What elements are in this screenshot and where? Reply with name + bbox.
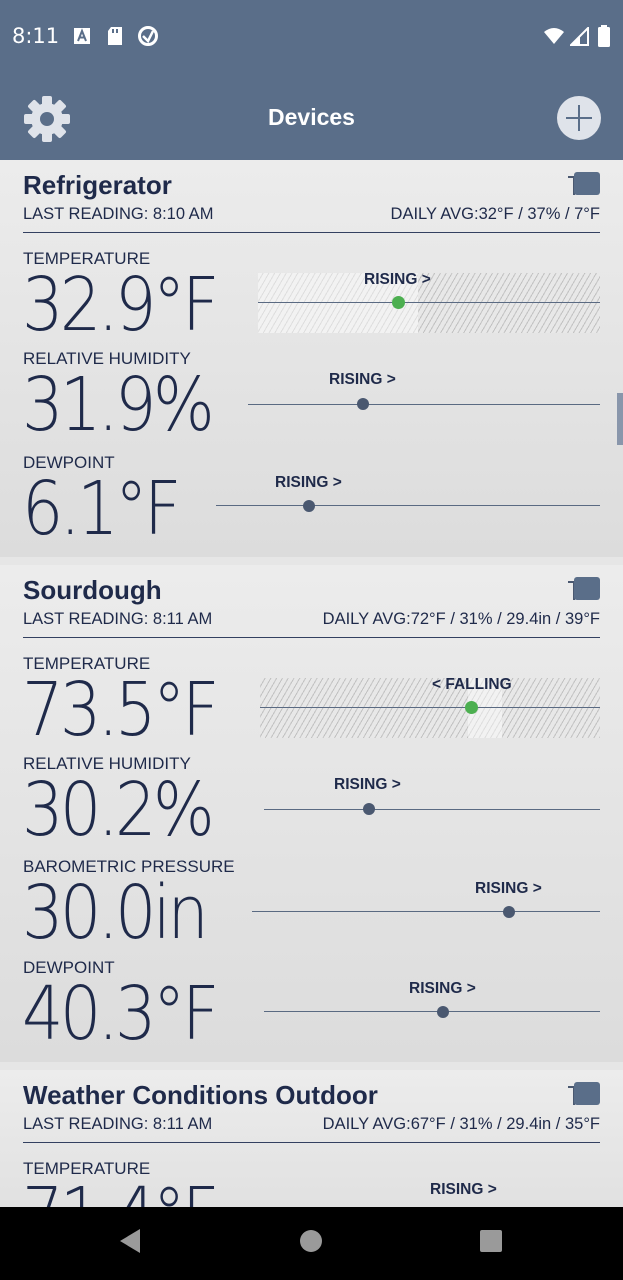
device-toggle-icon[interactable] [566, 1081, 600, 1107]
trend-label: RISING > [475, 880, 542, 897]
metric-value-temperature: 73.5°F [22, 667, 219, 753]
wifi-icon [544, 28, 564, 44]
plus-icon [566, 105, 592, 131]
device-toggle-icon[interactable] [566, 576, 600, 602]
trend-marker [363, 803, 375, 815]
device-name: Sourdough [23, 575, 162, 605]
device-card[interactable]: Sourdough LAST READING: 8:11 AM DAILY AV… [0, 565, 623, 1062]
trend-marker [465, 701, 478, 714]
cell-signal-icon [570, 27, 589, 46]
trend-label: RISING > [329, 371, 396, 388]
trend-label: RISING > [409, 980, 476, 997]
device-toggle-icon[interactable] [566, 171, 600, 197]
device-card[interactable]: Weather Conditions Outdoor LAST READING:… [0, 1070, 623, 1207]
status-bar: 8:11 [0, 0, 623, 75]
trend-graph-temperature: RISING > [300, 1180, 600, 1207]
trend-graph-dewpoint: RISING > [216, 472, 600, 522]
trend-marker [357, 398, 369, 410]
device-card[interactable]: Refrigerator LAST READING: 8:10 AM DAILY… [0, 160, 623, 557]
metric-value-temperature: 32.9°F [22, 262, 219, 348]
metric-value-temperature: 71.4°F [22, 1178, 219, 1207]
battery-icon [598, 25, 610, 47]
home-circle-icon[interactable] [299, 1228, 323, 1254]
trend-graph-dewpoint: RISING > [264, 978, 600, 1028]
navigation-bar [0, 1207, 623, 1280]
trend-label: RISING > [364, 271, 431, 288]
trend-marker [303, 500, 315, 512]
divider [23, 637, 600, 638]
status-time: 8:11 [12, 24, 60, 48]
daily-average: DAILY AVG:32°F / 37% / 7°F [390, 205, 600, 223]
last-reading: LAST READING: 8:10 AM [23, 205, 214, 223]
divider [23, 232, 600, 233]
app-bar: Devices [0, 75, 623, 160]
metric-value-dewpoint: 40.3°F [22, 971, 219, 1057]
daily-average: DAILY AVG:67°F / 31% / 29.4in / 35°F [322, 1115, 600, 1133]
sync-icon [138, 26, 158, 46]
trend-graph-temperature-live: < FALLING [260, 676, 600, 738]
trend-marker [503, 906, 515, 918]
trend-label: < FALLING [432, 676, 512, 693]
trend-graph-temperature: RISING > [258, 271, 600, 333]
last-reading: LAST READING: 8:11 AM [23, 610, 213, 628]
back-triangle-icon[interactable] [118, 1228, 142, 1254]
trend-label: RISING > [430, 1181, 497, 1198]
trend-graph-pressure: RISING > [252, 878, 600, 928]
device-name: Weather Conditions Outdoor [23, 1080, 378, 1110]
metric-value-pressure: 30.0in [22, 870, 209, 956]
trend-graph-humidity: RISING > [264, 775, 600, 825]
last-reading: LAST READING: 8:11 AM [23, 1115, 213, 1133]
metric-value-humidity: 31.9% [22, 362, 215, 448]
add-device-button[interactable] [557, 96, 601, 140]
trend-label: RISING > [275, 474, 342, 491]
recents-square-icon[interactable] [479, 1228, 503, 1254]
device-list[interactable]: Refrigerator LAST READING: 8:10 AM DAILY… [0, 160, 623, 1207]
page-title: Devices [268, 104, 355, 130]
device-name: Refrigerator [23, 170, 172, 200]
trend-marker [392, 296, 405, 309]
metric-value-humidity: 30.2% [22, 767, 215, 853]
scrollbar-thumb[interactable] [617, 393, 623, 445]
text-notification-icon [74, 28, 90, 44]
trend-marker [437, 1006, 449, 1018]
sd-card-icon [108, 27, 122, 45]
trend-label: RISING > [334, 776, 401, 793]
metric-value-dewpoint: 6.1°F [22, 466, 182, 552]
trend-graph-humidity: RISING > [248, 370, 600, 420]
daily-average: DAILY AVG:72°F / 31% / 29.4in / 39°F [322, 610, 600, 628]
divider [23, 1142, 600, 1143]
